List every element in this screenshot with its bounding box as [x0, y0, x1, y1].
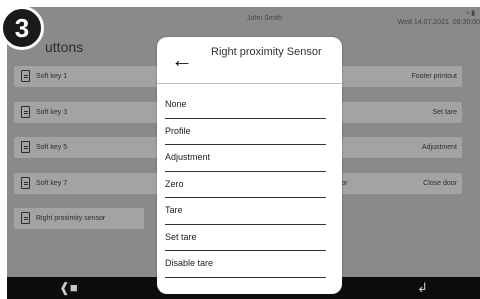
soft-key-1-button[interactable]: Soft key 1	[14, 66, 164, 87]
page-title: uttons	[45, 39, 84, 55]
right-proximity-sensor-button[interactable]: Right proximity sensor	[14, 208, 144, 229]
option-zero[interactable]: Zero	[165, 172, 326, 198]
option-disable-tare[interactable]: Disable tare	[165, 251, 326, 278]
soft-key-7-button[interactable]: Soft key 7	[14, 173, 164, 194]
option-profile[interactable]: Profile	[165, 119, 326, 145]
dialog-header: ← Right proximity Sensor	[157, 37, 342, 84]
option-list: None Profile Adjustment Zero Tare Set ta…	[157, 92, 342, 278]
adjustment-button[interactable]: Adjustment	[324, 137, 462, 158]
user-name: John Smith	[247, 15, 283, 22]
document-icon	[21, 177, 30, 189]
document-icon	[21, 141, 30, 153]
arrow-left-icon[interactable]: ←	[171, 47, 193, 73]
dialog-title: Right proximity Sensor	[211, 46, 322, 58]
document-icon	[21, 212, 30, 224]
soft-key-5-button[interactable]: Soft key 5	[14, 137, 164, 158]
enter-icon[interactable]: ↲	[417, 280, 428, 296]
option-tare[interactable]: Tare	[165, 198, 326, 225]
selection-dialog: ← Right proximity Sensor None Profile Ad…	[157, 37, 342, 294]
close-door-button[interactable]: nsorClose door	[324, 173, 462, 194]
option-none[interactable]: None	[165, 92, 326, 119]
document-icon	[21, 70, 30, 82]
footer-printout-button[interactable]: Footer printout	[324, 66, 462, 87]
date-time: Wed 14.07.2021 09:30:00	[397, 19, 480, 26]
document-icon	[21, 106, 30, 118]
step-badge: 3	[0, 6, 44, 50]
soft-key-3-button[interactable]: Soft key 3	[14, 102, 164, 123]
status-bar: John Smith ≈▮ Wed 14.07.2021 09:30:00	[7, 7, 480, 29]
set-tare-button[interactable]: Set tare	[324, 102, 462, 123]
option-adjustment[interactable]: Adjustment	[165, 145, 326, 172]
home-icon[interactable]: ❰■	[59, 280, 78, 296]
screen: John Smith ≈▮ Wed 14.07.2021 09:30:00 ut…	[7, 7, 480, 299]
option-set-tare[interactable]: Set tare	[165, 225, 326, 251]
wifi-icon: ≈▮	[466, 10, 476, 17]
